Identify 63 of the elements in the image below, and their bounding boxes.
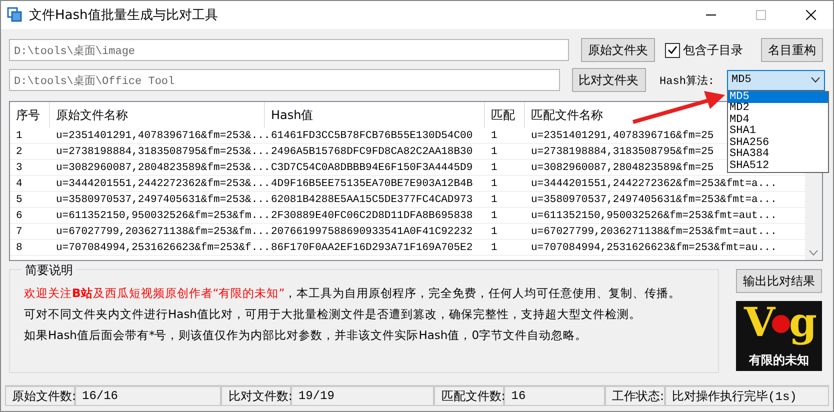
status-label: 匹配文件数: [434,386,504,406]
table-cell: 5 [10,192,50,208]
table-cell: 6 [10,208,50,224]
status-label: 原始文件数: [5,386,75,406]
column-header[interactable]: 匹配 [485,102,525,128]
table-cell: 2F30889E40FC06C2D8D11DFA8B695838 [265,208,485,224]
table-cell: 1 [485,160,525,176]
table-cell: 8 [10,240,50,256]
app-icon [7,7,23,23]
table-cell: 4 [10,176,50,192]
table-cell: 1 [485,144,525,160]
status-label: 比对文件数: [221,386,292,406]
status-value: 比对操作执行完毕(1s) [665,386,829,406]
status-label: 工作状态: [605,386,666,406]
folder-button[interactable]: 原始文件夹 [581,38,655,62]
table-cell: 7 [10,224,50,240]
table-cell: 1 [485,128,525,144]
table-cell: u=3444201551,2442272362&fm=253&fmt=a... [525,176,805,192]
hash-label: Hash算法: [660,74,715,88]
table-cell: 1 [485,240,525,256]
column-header[interactable]: 序号 [10,102,50,128]
path-field[interactable]: D:\tools\桌面\image [9,39,569,61]
chevron-down-icon [811,77,820,83]
table-cell: 1 [10,128,50,144]
dropdown-option[interactable]: MD5 [728,92,828,103]
checkbox[interactable] [665,42,680,58]
path-field[interactable]: D:\tools\桌面\Office Tool [9,69,560,91]
scroll-down-icon[interactable] [809,250,818,256]
column-header[interactable]: 原始文件名称 [50,102,265,128]
column-header[interactable]: Hash值 [265,102,485,128]
table-cell: 3 [10,160,50,176]
export-button[interactable]: 输出比对结果 [736,269,822,293]
table-cell: 2 [10,144,50,160]
table-cell: 1 [485,176,525,192]
table-cell: 86F170F0AA2EF16D293A71F169A705E2 [265,240,485,256]
highlight-text: 欢迎关注B站及西瓜短视频原创作者“有限的未知” [24,286,285,301]
table-cell: 4D9F16B5EE75135EA70BE7E903A12B4B [265,176,485,192]
folder-button[interactable]: 比对文件夹 [572,68,646,92]
checkbox-label: 包含子目录 [683,42,743,58]
close-icon [806,10,816,20]
table-cell: 2496A5B15768DFC9FD8CA82C2AA18B30 [265,144,485,160]
table-cell: C3D7C54C0A8DBBB94E6F150F3A4445D9 [265,160,485,176]
table-cell: 62081B4288E5AA15C5DE377FC4CAD973 [265,192,485,208]
table-cell: 1 [485,224,525,240]
description-text: 如果Hash值后面会带有*号，则该值仅作为内部比对参数，并非该文件实际Hash值，0字节文件自动忽略。 [24,328,588,343]
status-value: 16 [504,386,605,406]
table-cell: 1 [485,192,525,208]
status-value: 16/16 [75,386,222,406]
table-cell: u=3580970537,2497405631&fm=253&fmt=a... [525,192,805,208]
checkmark-icon [668,46,677,54]
description-text: ，本工具为自用原创程序，完全免费，任何人均可任意使用、复制、传播。 [284,286,681,301]
window-title: 文件Hash值批量生成与比对工具 [29,7,219,24]
table-cell: u=611352150,950032526&fm=253&fmt=aut... [525,208,805,224]
panel-title: 简要说明 [22,262,76,279]
table-cell: u=67027799,2036271138&fm=253&fmt=aut... [525,224,805,240]
description-text: 可对不同文件夹内文件进行Hash值比对，可用于大批量检测文件是否遭到篡改，确保完整性，支持超大型文件检测。 [24,307,641,322]
table-cell: 207661997588690933541A0F41C92232 [265,224,485,240]
table-cell: 1 [485,208,525,224]
table-cell: u=707084994,2531626623&fm=253&fmt=au... [525,240,805,256]
status-value: 19/19 [291,386,434,406]
table-cell: 61461FD3CC5B78FCB76B55E130D54C00 [265,128,485,144]
rename-button[interactable]: 名目重构 [761,38,823,62]
maximize-icon [756,10,766,20]
